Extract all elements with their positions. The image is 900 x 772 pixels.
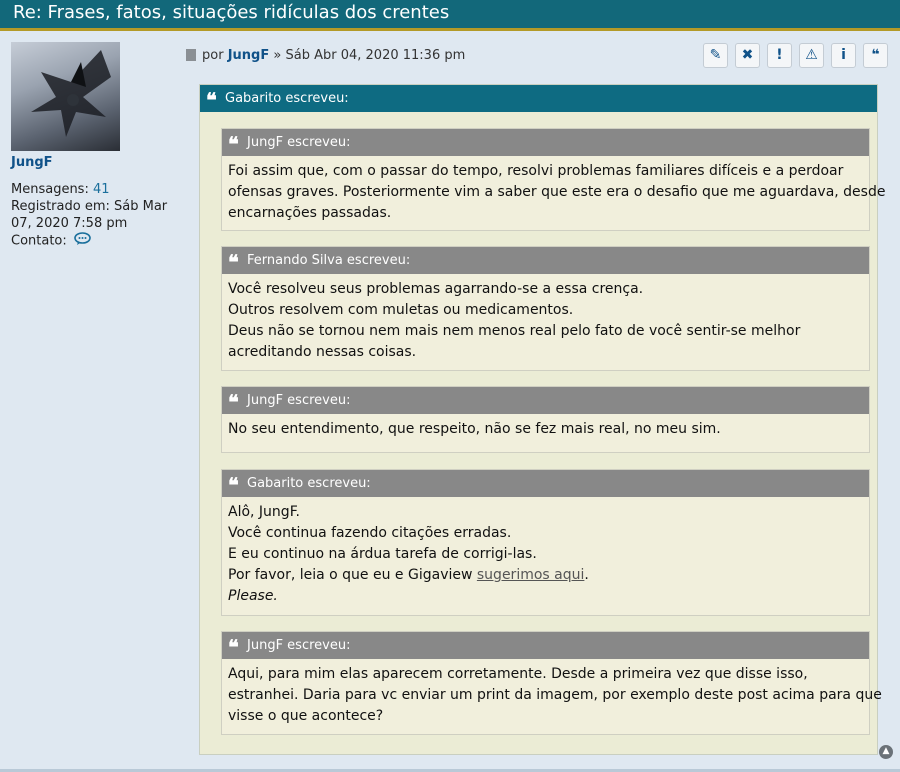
outer-quote-header: ❝ Gabarito escreveu:	[200, 85, 877, 112]
chat-bubble-icon[interactable]	[74, 232, 91, 250]
quote-mark-icon: ❝	[228, 390, 239, 414]
quote-icon: ❝	[871, 47, 880, 63]
edit-button[interactable]: ✎	[703, 43, 728, 68]
quote-header: ❝ JungF escreveu:	[222, 387, 869, 414]
quote-mark-icon: ❝	[206, 88, 217, 112]
warn-icon: !	[776, 47, 783, 63]
posts-label: Mensagens:	[11, 182, 89, 197]
warn-button[interactable]: !	[767, 43, 792, 68]
quote-body: Você resolveu seus problemas agarrando-s…	[222, 274, 869, 363]
back-to-top-icon[interactable]: ▲	[879, 745, 893, 759]
delete-button[interactable]: ✖	[735, 43, 760, 68]
quote-line: acreditando nessas coisas.	[228, 344, 417, 360]
quote-block: ❝ JungF escreveu: No seu entendimento, q…	[221, 386, 870, 453]
quote-line: estranhei. Daria para vc enviar um print…	[228, 687, 882, 703]
delete-icon: ✖	[741, 47, 754, 63]
quote-line: Outros resolvem com muletas ou medicamen…	[228, 302, 574, 318]
quote-line: Aqui, para mim elas aparecem corretament…	[228, 666, 808, 682]
quote-block: ❝ Gabarito escreveu: Alô, JungF. Você co…	[221, 469, 870, 616]
outer-quote-author: Gabarito escreveu:	[225, 91, 349, 106]
quote-button[interactable]: ❝	[863, 43, 888, 68]
profile-info: Mensagens: 41 Registrado em: Sáb Mar 07,…	[11, 181, 186, 250]
quote-header: ❝ Gabarito escreveu:	[222, 470, 869, 497]
quote-line: ofensas graves. Posteriormente vim a sab…	[228, 184, 886, 200]
profile-username[interactable]: JungF	[11, 155, 53, 170]
topic-title-bar: Re: Frases, fatos, situações ridículas d…	[0, 0, 900, 31]
quote-body: Alô, JungF. Você continua fazendo citaçõ…	[222, 497, 869, 607]
quote-mark-icon: ❝	[228, 132, 239, 156]
quote-line: Você continua fazendo citações erradas.	[228, 525, 512, 541]
quote-line: visse o que acontece?	[228, 708, 384, 724]
quote-block: ❝ JungF escreveu: Aqui, para mim elas ap…	[221, 631, 882, 735]
quote-header: ❝ Fernando Silva escreveu:	[222, 247, 869, 274]
quote-body: No seu entendimento, que respeito, não s…	[222, 414, 869, 440]
dragon-avatar-image	[31, 50, 111, 137]
edit-icon: ✎	[709, 47, 722, 63]
quote-mark-icon: ❝	[228, 635, 239, 659]
info-button[interactable]: i	[831, 43, 856, 68]
quote-block: ❝ Fernando Silva escreveu: Você resolveu…	[221, 246, 870, 371]
posts-count[interactable]: 41	[93, 182, 110, 197]
link-suffix: .	[584, 567, 589, 583]
post-document-icon[interactable]	[186, 48, 196, 61]
quote-line: Deus não se tornou nem mais nem menos re…	[228, 323, 801, 339]
quote-mark-icon: ❝	[228, 250, 239, 274]
quote-body: Foi assim que, com o passar do tempo, re…	[222, 156, 886, 224]
avatar[interactable]	[11, 42, 120, 151]
quote-author: Fernando Silva escreveu:	[247, 253, 411, 268]
sugerimos-aqui-link[interactable]: sugerimos aqui	[477, 567, 585, 583]
report-button[interactable]: ⚠	[799, 43, 824, 68]
quote-italic-line: Please.	[228, 588, 278, 604]
quote-body: Aqui, para mim elas aparecem corretament…	[222, 659, 882, 727]
quote-author: JungF escreveu:	[247, 638, 351, 653]
link-prefix: Por favor, leia o que eu e Gigaview	[228, 567, 477, 583]
quote-line: encarnações passadas.	[228, 205, 392, 221]
quote-author: JungF escreveu:	[247, 393, 351, 408]
by-label: por	[202, 48, 224, 63]
quote-block: ❝ JungF escreveu: Foi assim que, com o p…	[221, 128, 886, 231]
quote-line: Alô, JungF.	[228, 504, 300, 520]
quote-header: ❝ JungF escreveu:	[222, 632, 869, 659]
quote-line-with-link: Por favor, leia o que eu e Gigaview suge…	[228, 565, 863, 586]
post-meta: por JungF » Sáb Abr 04, 2020 11:36 pm	[186, 48, 465, 63]
report-icon: ⚠	[805, 47, 818, 63]
topic-title[interactable]: Re: Frases, fatos, situações ridículas d…	[13, 0, 449, 26]
contact-label: Contato:	[11, 233, 67, 249]
post-author[interactable]: JungF	[228, 48, 270, 63]
quote-line: E eu continuo na árdua tarefa de corrigi…	[228, 546, 537, 562]
quote-author: JungF escreveu:	[247, 135, 351, 150]
quote-line: No seu entendimento, que respeito, não s…	[228, 421, 721, 437]
registered-label: Registrado em:	[11, 199, 110, 214]
quote-author: Gabarito escreveu:	[247, 476, 371, 491]
post-date: Sáb Abr 04, 2020 11:36 pm	[285, 48, 466, 63]
quote-header: ❝ JungF escreveu:	[222, 129, 869, 156]
quote-mark-icon: ❝	[228, 473, 239, 497]
info-icon: i	[841, 47, 846, 63]
quote-line: Foi assim que, com o passar do tempo, re…	[228, 163, 844, 179]
meta-separator: »	[273, 48, 282, 63]
quote-line: Você resolveu seus problemas agarrando-s…	[228, 281, 644, 297]
